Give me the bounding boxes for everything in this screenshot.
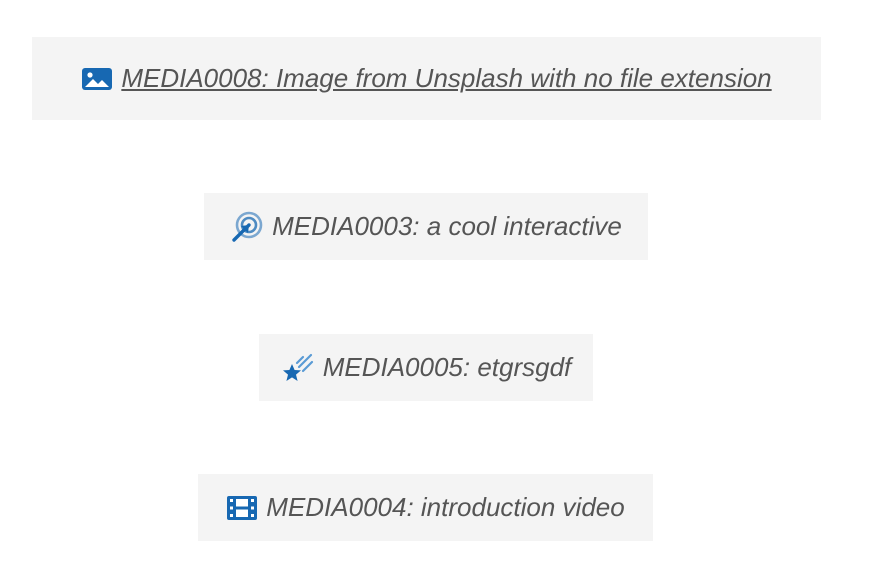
media-item-image[interactable]: MEDIA0008: Image from Unsplash with no f… [32, 37, 821, 120]
media-item-video-label: MEDIA0004: introduction video [266, 492, 625, 522]
interactive-target-icon [230, 210, 264, 244]
media-item-star[interactable]: MEDIA0005: etgrsgdf [259, 334, 593, 401]
image-icon [81, 67, 113, 91]
film-icon [226, 495, 258, 521]
media-item-video[interactable]: MEDIA0004: introduction video [198, 474, 653, 541]
media-item-star-label: MEDIA0005: etgrsgdf [322, 352, 572, 382]
media-item-interactive[interactable]: MEDIA0003: a cool interactive [204, 193, 648, 260]
shooting-star-icon [281, 351, 315, 385]
media-item-image-link[interactable]: MEDIA0008: Image from Unsplash with no f… [121, 63, 771, 94]
media-item-interactive-label: MEDIA0003: a cool interactive [272, 211, 622, 241]
